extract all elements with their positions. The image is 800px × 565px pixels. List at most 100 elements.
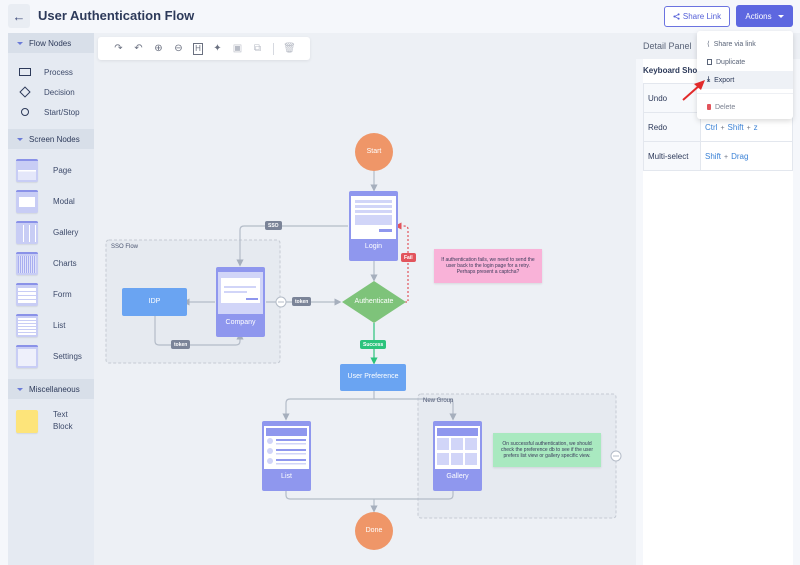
collapse-handle-sso-flow[interactable]: [275, 296, 287, 308]
settings-thumbnail-icon: [16, 345, 38, 368]
node-list[interactable]: [262, 421, 311, 491]
label-list: List: [281, 473, 292, 480]
back-button[interactable]: ←: [8, 4, 30, 28]
shortcut-action: Multi-select: [643, 141, 701, 171]
section-title: Miscellaneous: [29, 384, 80, 394]
list-thumbnail-icon: [16, 314, 38, 337]
menu-item-label: Share via link: [713, 40, 756, 48]
menu-item-export[interactable]: ⤓ Export: [697, 71, 793, 89]
form-thumbnail-icon: [16, 283, 38, 306]
delete-icon[interactable]: 🗑: [281, 40, 298, 57]
charts-thumbnail-icon: [16, 252, 38, 275]
file-icon: [707, 59, 712, 65]
sidebar-item-form[interactable]: Form: [8, 279, 94, 310]
undo-icon[interactable]: ↶: [130, 40, 147, 57]
sidebar-item-process[interactable]: Process: [8, 62, 94, 82]
menu-item-duplicate[interactable]: Duplicate: [697, 53, 793, 71]
menu-item-label: Delete: [715, 103, 736, 111]
section-header-miscellaneous[interactable]: Miscellaneous: [8, 379, 94, 399]
zoom-out-icon[interactable]: ⊖: [170, 40, 187, 57]
label-idp: IDP: [148, 298, 161, 305]
actions-dropdown-menu: ⟨ Share via link Duplicate ⤓ Export Dele…: [697, 31, 793, 119]
section-title: Screen Nodes: [29, 134, 80, 144]
note-success[interactable]: On successful authentication, we should …: [493, 433, 601, 467]
sidebar-item-page[interactable]: Page: [8, 155, 94, 186]
actions-button[interactable]: Actions: [736, 5, 793, 27]
sidebar-item-gallery[interactable]: Gallery: [8, 217, 94, 248]
note-fail[interactable]: If authentication fails, we need to send…: [434, 249, 542, 283]
menu-item-delete[interactable]: Delete: [697, 98, 793, 116]
section-header-screen-nodes[interactable]: Screen Nodes: [8, 129, 94, 149]
edge-label-fail: Fail: [401, 253, 416, 262]
label-line-2: Block: [53, 422, 73, 431]
item-label: List: [53, 321, 66, 330]
item-label: Page: [53, 166, 72, 175]
text-block-thumbnail-icon: [16, 409, 38, 433]
sidebar-item-list[interactable]: List: [8, 310, 94, 341]
modal-thumbnail-icon: [16, 190, 38, 213]
arrow-left-icon: ←: [12, 8, 26, 24]
shortcut-keys: Shift + Drag: [700, 141, 793, 171]
sidebar-item-text-block[interactable]: Text Block: [8, 407, 94, 435]
diagram-canvas[interactable]: ↷ ↶ ⊕ ⊖ H ✦ ▣ ⧉ 🗑 SSO Flow New Group Sta…: [94, 33, 636, 565]
group-icon[interactable]: ⧉: [249, 40, 266, 57]
edge-label-sso: SSO: [265, 221, 282, 230]
collapse-handle-new-group[interactable]: [610, 450, 622, 462]
share-icon: [673, 13, 680, 20]
annotation-arrow-icon: [682, 80, 705, 101]
table-row: Multi-select Shift + Drag: [643, 141, 793, 171]
zoom-in-icon[interactable]: ⊕: [150, 40, 167, 57]
label-login: Login: [364, 243, 383, 250]
sidebar-item-settings[interactable]: Settings: [8, 341, 94, 372]
gallery-thumbnail-icon: [16, 221, 38, 244]
circle-icon: [18, 108, 32, 116]
menu-divider: [697, 93, 793, 94]
center-icon[interactable]: ✦: [209, 40, 226, 57]
page-thumbnail-icon: [16, 159, 38, 182]
share-link-button[interactable]: Share Link: [664, 6, 730, 27]
actions-label: Actions: [745, 11, 772, 21]
key: Shift: [727, 122, 744, 132]
caret-down-icon: [17, 387, 23, 391]
menu-item-label: Duplicate: [716, 58, 746, 66]
sidebar-item-modal[interactable]: Modal: [8, 186, 94, 217]
key: z: [753, 122, 758, 132]
fit-icon[interactable]: H: [193, 42, 203, 55]
edge-label-token: token: [292, 297, 312, 306]
shortcut-action: Redo: [643, 112, 701, 142]
label-done: Done: [365, 527, 383, 534]
header: ← User Authentication Flow Share Link Ac…: [0, 0, 800, 33]
node-company[interactable]: [216, 267, 265, 337]
edge-label-success: Success: [360, 340, 387, 349]
label-company: Company: [225, 319, 256, 326]
caret-down-icon: [17, 137, 23, 141]
sidebar-item-start-stop[interactable]: Start/Stop: [8, 102, 94, 122]
key: Ctrl: [705, 122, 718, 132]
sidebar-item-decision[interactable]: Decision: [8, 82, 94, 102]
sidebar-item-charts[interactable]: Charts: [8, 248, 94, 279]
edge-authenticate-login-fail[interactable]: [394, 222, 409, 303]
item-label: Form: [53, 290, 72, 299]
sidebar: Flow Nodes Process Decision Start/Stop S…: [8, 33, 94, 565]
edge-preference-list[interactable]: [282, 391, 375, 421]
section-title: Flow Nodes: [29, 38, 72, 48]
menu-item-share-via-link[interactable]: ⟨ Share via link: [697, 35, 793, 53]
section-header-flow-nodes[interactable]: Flow Nodes: [8, 33, 94, 53]
redo-icon[interactable]: ↷: [110, 40, 127, 57]
detail-panel-body: Keyboard Shortcuts Undo Ctrl+z Redo Ctrl…: [643, 59, 793, 565]
label-line-1: Text: [53, 410, 68, 419]
item-label: Settings: [53, 352, 82, 361]
item-label: Start/Stop: [44, 107, 80, 117]
share-icon: ⟨: [707, 41, 710, 48]
label-start: Start: [366, 148, 382, 155]
rectangle-icon: [18, 68, 32, 76]
group-label-sso-flow: SSO Flow: [111, 244, 139, 250]
diamond-icon: [18, 86, 32, 98]
item-label: Charts: [53, 259, 77, 268]
key: Drag: [731, 151, 749, 161]
frame-icon[interactable]: ▣: [229, 40, 246, 57]
node-login[interactable]: [349, 191, 398, 261]
node-gallery[interactable]: [433, 421, 482, 491]
label-gallery: Gallery: [446, 473, 469, 480]
toolbar-divider: [273, 42, 274, 55]
